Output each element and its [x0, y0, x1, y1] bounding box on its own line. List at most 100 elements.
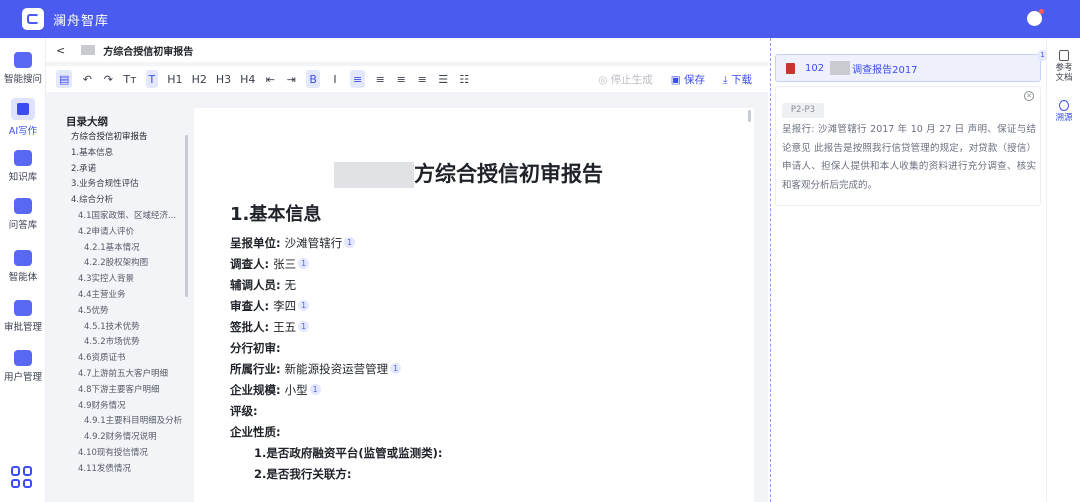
- page-range-tag: P2-P3: [782, 103, 824, 118]
- apps-grid-icon[interactable]: [11, 466, 33, 488]
- approval-icon: [14, 300, 32, 316]
- qa-icon: [14, 198, 32, 214]
- outline-item[interactable]: 4.5.2市场优势: [60, 335, 194, 351]
- field-key: 辅调人员:: [230, 277, 281, 292]
- outline-item[interactable]: 4.8下游主要客户明细: [60, 383, 194, 399]
- nav-item-3[interactable]: 问答库: [0, 198, 46, 231]
- outline-item[interactable]: 4.4主营业务: [60, 288, 194, 304]
- toolbar-button-16[interactable]: ≡: [416, 70, 428, 88]
- trace-tab[interactable]: 溯源: [1047, 100, 1080, 123]
- toolbar-button-0[interactable]: ▤: [56, 70, 73, 88]
- outline-item[interactable]: 4.9.1主要科目明细及分析: [60, 414, 194, 430]
- nav-item-6[interactable]: 用户管理: [0, 350, 46, 383]
- nav-label: 用户管理: [3, 372, 42, 383]
- outline-item[interactable]: 3.业务合规性评估: [60, 177, 194, 193]
- outline-item[interactable]: 4.9.2财务情况说明: [60, 430, 194, 446]
- trace-icon: [1059, 100, 1069, 111]
- outline-title: 目录大纲: [66, 116, 108, 128]
- user-manage-icon: [14, 350, 32, 366]
- editor-area: < 方综合授信初审报告 ▤ ↶ ↷ Tт T H1 H2 H3 H4 ⇤ ⇥ B I ≡ ≡ ≡ ≡ ☰ ☷ ◎ 停…: [46, 38, 768, 502]
- field-value: 小型: [284, 382, 308, 397]
- citation-badge[interactable]: 1: [390, 363, 402, 374]
- outline-item[interactable]: 4.7上游前五大客户明细: [60, 367, 194, 383]
- pdf-file-icon: [786, 62, 795, 74]
- outline-item[interactable]: 4.2.2股权架构图: [60, 256, 194, 272]
- info-field: 调查人: 张三 1: [230, 253, 442, 274]
- citation-badge[interactable]: 1: [344, 237, 356, 248]
- stop-generate-button[interactable]: ◎ 停止生成: [598, 72, 653, 87]
- outline-item[interactable]: 4.11发债情况: [60, 462, 194, 478]
- outline-item[interactable]: 4.2.1基本情况: [60, 241, 194, 257]
- outline-item[interactable]: 方综合授信初审报告: [60, 130, 194, 146]
- field-key: 企业规模:: [230, 382, 281, 397]
- citation-badge[interactable]: 1: [298, 321, 310, 332]
- info-field: 审查人: 李四 1: [230, 295, 442, 316]
- field-value: 张三: [273, 256, 297, 271]
- books-icon: [14, 150, 32, 166]
- field-key: 评级:: [230, 403, 258, 418]
- field-key: 企业性质:: [230, 424, 281, 439]
- toolbar-button-8[interactable]: H4: [240, 70, 255, 88]
- toolbar-button-18[interactable]: ☷: [458, 70, 470, 88]
- toolbar-button-7[interactable]: H3: [216, 70, 231, 88]
- document-title: 方综合授信初审报告: [103, 46, 194, 58]
- outline-item[interactable]: 4.9财务情况: [60, 399, 194, 415]
- nav-item-4[interactable]: 智能体: [0, 250, 46, 283]
- outline-item[interactable]: 4.6资质证书: [60, 351, 194, 367]
- field-key: 签批人:: [230, 319, 270, 334]
- outline-item[interactable]: 4.10现有授信情况: [60, 446, 194, 462]
- nav-item-1[interactable]: AI写作: [0, 98, 46, 137]
- reference-docs-label: 参考文档: [1055, 63, 1073, 83]
- toolbar-button-2[interactable]: ↷: [102, 70, 114, 88]
- toolbar-button-3[interactable]: Tт: [123, 70, 136, 88]
- info-field: 呈报单位: 沙滩管辖行 1: [230, 232, 442, 253]
- document-body[interactable]: 方综合授信初审报告 1.基本信息 呈报单位: 沙滩管辖行 1 调查人: 张三 1 辅调人员:…: [194, 108, 754, 502]
- outline-item[interactable]: 4.2申请人评价: [60, 225, 194, 241]
- reference-card[interactable]: 102 调查报告2017 1: [775, 50, 1048, 82]
- info-field: 所属行业: 新能源投资运营管理 1: [230, 358, 442, 379]
- toolbar-button-15[interactable]: ≡: [395, 70, 407, 88]
- panel-divider[interactable]: [770, 38, 771, 502]
- outline-scrollbar[interactable]: [185, 135, 188, 297]
- toolbar-button-11[interactable]: B: [306, 70, 320, 88]
- nav-label: 问答库: [8, 220, 38, 231]
- reference-docs-tab[interactable]: 参考文档: [1047, 50, 1080, 83]
- toolbar-button-1[interactable]: ↶: [81, 70, 93, 88]
- toolbar-button-17[interactable]: ☰: [437, 70, 449, 88]
- source-snippet: ✕ P2-P3 呈报行: 沙滩管辖行 2017 年 10 月 27 日 声明、保…: [775, 86, 1041, 206]
- toolbar-button-14[interactable]: ≡: [374, 70, 386, 88]
- toolbar-button-10[interactable]: ⇥: [285, 70, 297, 88]
- app-brand: 澜舟智库: [53, 13, 110, 29]
- outline-item[interactable]: 4.5优势: [60, 304, 194, 320]
- back-button[interactable]: <: [56, 44, 65, 57]
- citation-badge[interactable]: 1: [298, 258, 310, 269]
- nav-item-5[interactable]: 审批管理: [0, 300, 46, 333]
- citation-badge[interactable]: 1: [309, 384, 321, 395]
- save-button[interactable]: ▣ 保存: [671, 72, 705, 87]
- outline-item[interactable]: 4.1国家政策、区域经济...: [60, 209, 194, 225]
- download-button[interactable]: ⤓ 下载: [723, 72, 752, 87]
- outline-item[interactable]: 1.基本信息: [60, 146, 194, 162]
- outline-item[interactable]: 4.3实控人背景: [60, 272, 194, 288]
- toolbar-button-4[interactable]: T: [145, 70, 159, 88]
- outline-list: 方综合授信初审报告 1.基本信息 2.承诺 3.业务合规性评估 4.综合分析 4.1国家政…: [60, 130, 194, 478]
- toolbar-button-6[interactable]: H2: [192, 70, 207, 88]
- info-field: 评级:: [230, 400, 442, 421]
- document-scrollbar[interactable]: [748, 110, 751, 122]
- toolbar-button-9[interactable]: ⇤: [264, 70, 276, 88]
- info-field: 企业规模: 小型 1: [230, 379, 442, 400]
- nav-item-2[interactable]: 知识库: [0, 150, 46, 183]
- field-key: 调查人:: [230, 256, 270, 271]
- reference-name: 调查报告2017: [852, 64, 918, 76]
- citation-badge[interactable]: 1: [298, 300, 310, 311]
- toolbar-button-5[interactable]: H1: [167, 70, 182, 88]
- info-field: 签批人: 王五 1: [230, 316, 442, 337]
- nav-item-0[interactable]: 智能搜问: [0, 52, 46, 85]
- toolbar-button-13[interactable]: ≡: [349, 70, 366, 88]
- close-icon[interactable]: ✕: [1024, 91, 1034, 101]
- toolbar-button-12[interactable]: I: [329, 70, 341, 88]
- user-avatar-icon[interactable]: [1027, 9, 1044, 26]
- outline-item[interactable]: 4.5.1技术优势: [60, 320, 194, 336]
- outline-item[interactable]: 4.综合分析: [60, 193, 194, 209]
- outline-item[interactable]: 2.承诺: [60, 162, 194, 178]
